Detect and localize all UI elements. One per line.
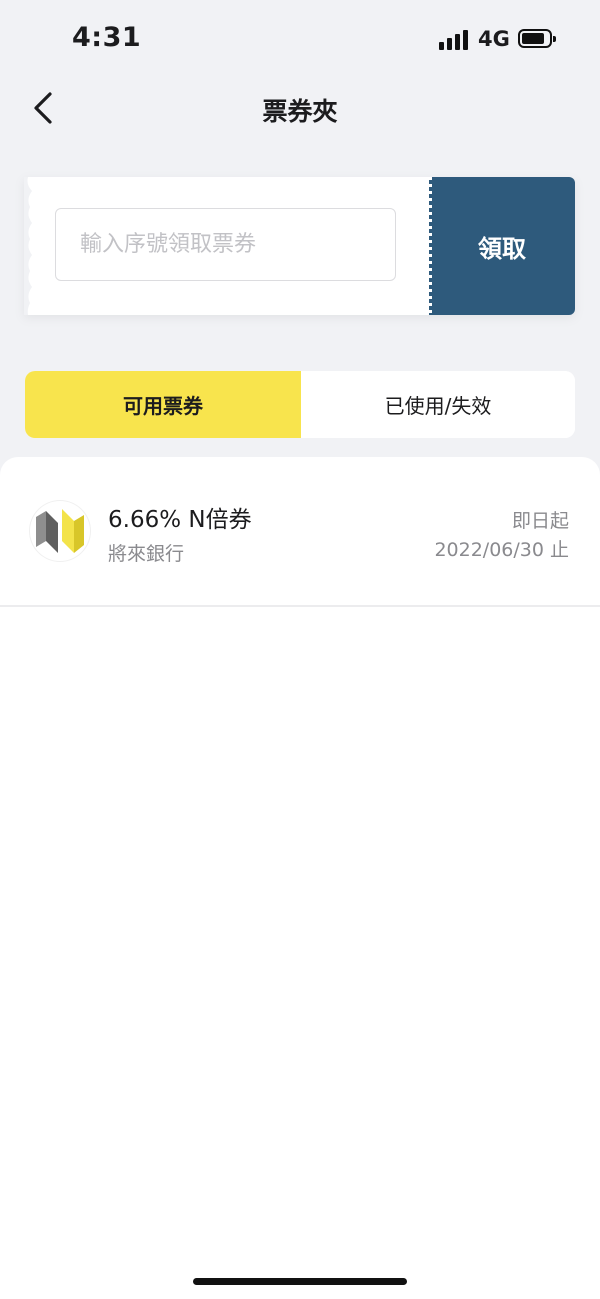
redeem-panel — [24, 177, 429, 315]
status-time: 4:31 — [72, 22, 142, 53]
signal-icon — [439, 30, 469, 50]
coupon-valid-to: 2022/06/30 止 — [434, 539, 569, 561]
bank-logo-icon — [30, 501, 90, 561]
coupon-tabs: 可用票券 已使用/失效 — [25, 371, 575, 438]
page-title: 票券夾 — [262, 97, 338, 126]
battery-icon — [518, 29, 556, 48]
coupon-valid-from: 即日起 — [511, 510, 569, 532]
tab-used-expired[interactable]: 已使用/失效 — [301, 371, 575, 438]
tab-available-label: 可用票券 — [123, 394, 203, 418]
perforation-line — [429, 177, 432, 315]
tab-available[interactable]: 可用票券 — [25, 371, 301, 438]
claim-button-label: 領取 — [478, 234, 526, 263]
ticket-notch-edge — [24, 177, 38, 315]
serial-number-input[interactable] — [55, 208, 396, 281]
network-type: 4G — [478, 27, 510, 51]
tab-used-expired-label: 已使用/失效 — [384, 394, 492, 418]
claim-button[interactable]: 領取 — [429, 177, 575, 315]
home-indicator[interactable] — [193, 1278, 407, 1285]
nav-bar: 票券夾 — [0, 78, 600, 138]
coupon-item[interactable]: 6.66% N倍券 將來銀行 即日起 2022/06/30 止 — [0, 457, 600, 607]
redeem-ticket: 領取 — [24, 177, 575, 315]
coupon-list: 6.66% N倍券 將來銀行 即日起 2022/06/30 止 — [0, 457, 600, 1299]
coupon-issuer: 將來銀行 — [108, 543, 185, 565]
coupon-name: 6.66% N倍券 — [108, 507, 252, 533]
status-bar: 4:31 4G — [0, 0, 600, 80]
